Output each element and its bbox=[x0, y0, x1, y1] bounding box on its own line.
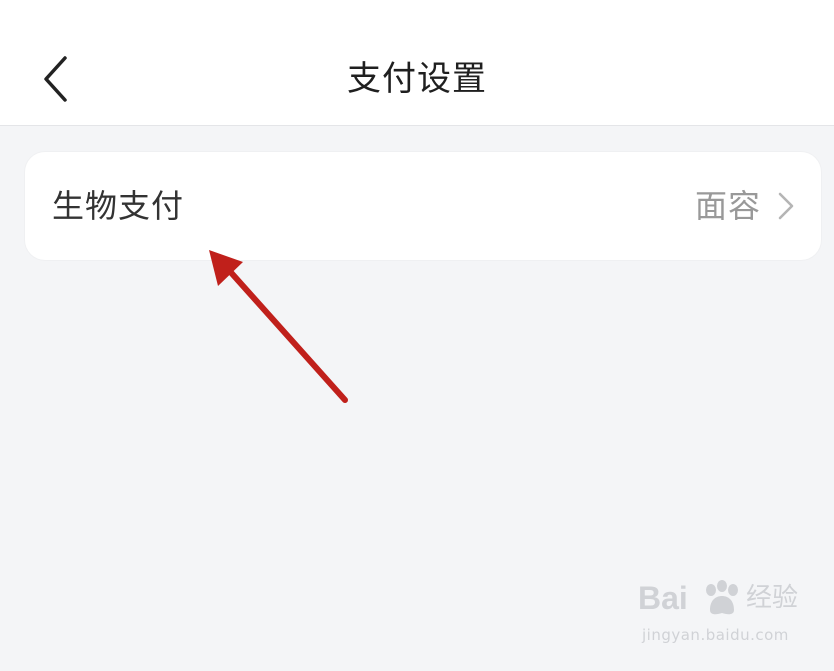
watermark: Bai 经验 jingyan.baidu.com bbox=[638, 578, 808, 658]
watermark-url: jingyan.baidu.com bbox=[642, 626, 789, 644]
paw-icon bbox=[706, 580, 738, 615]
watermark-jingyan: 经验 bbox=[746, 583, 799, 613]
settings-item-label: 生物支付 bbox=[52, 187, 185, 225]
settings-item-biometric-payment[interactable]: 生物支付 面容 bbox=[25, 152, 821, 260]
chevron-right-icon bbox=[778, 192, 794, 220]
arrow-shaft bbox=[215, 255, 348, 403]
settings-item-value: 面容 bbox=[694, 187, 761, 225]
navigation-bar: 支付设置 bbox=[0, 0, 834, 126]
watermark-brand: Bai bbox=[638, 580, 688, 616]
page-title: 支付设置 bbox=[347, 59, 487, 99]
status-bar bbox=[0, 0, 834, 12]
